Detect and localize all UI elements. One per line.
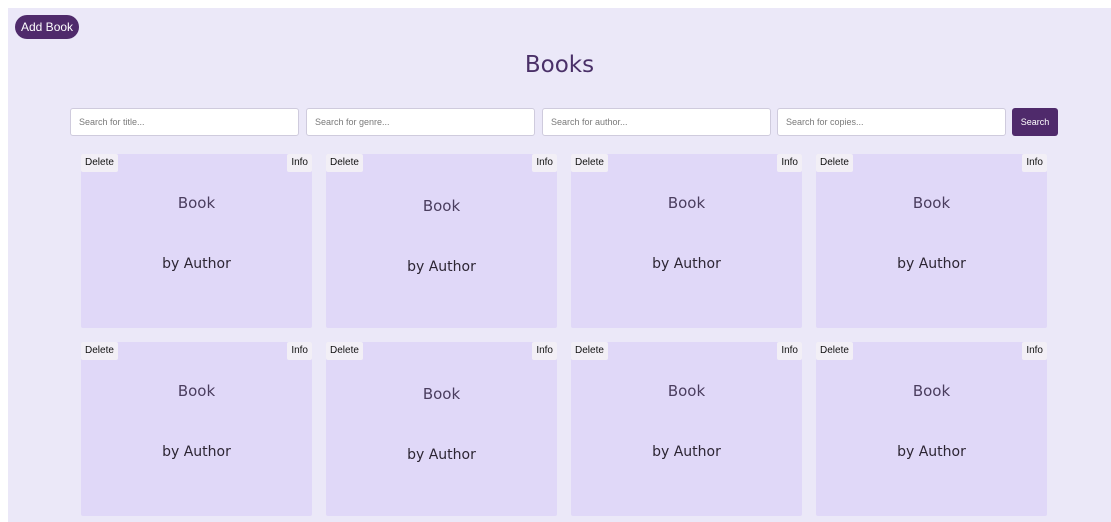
book-card: Delete Info Book by Author bbox=[816, 154, 1047, 328]
delete-button[interactable]: Delete bbox=[571, 154, 608, 172]
info-button[interactable]: Info bbox=[777, 342, 802, 360]
book-card: Delete Info Book by Author bbox=[326, 154, 557, 328]
page-title: Books bbox=[524, 52, 595, 78]
info-button[interactable]: Info bbox=[532, 154, 557, 172]
delete-button[interactable]: Delete bbox=[571, 342, 608, 360]
book-author: by Author bbox=[652, 444, 721, 460]
books-app: Add Book Books Search Delete Info Book b… bbox=[8, 8, 1111, 522]
book-title: Book bbox=[912, 382, 951, 400]
delete-button[interactable]: Delete bbox=[816, 154, 853, 172]
book-title: Book bbox=[177, 382, 216, 400]
book-author: by Author bbox=[897, 256, 966, 272]
info-button[interactable]: Info bbox=[287, 154, 312, 172]
book-card: Delete Info Book by Author bbox=[81, 342, 312, 516]
add-book-button[interactable]: Add Book bbox=[15, 15, 80, 39]
book-title: Book bbox=[912, 194, 951, 212]
search-button[interactable]: Search bbox=[1012, 108, 1058, 136]
book-author: by Author bbox=[162, 444, 231, 460]
search-copies-input[interactable] bbox=[777, 108, 1006, 136]
book-card: Delete Info Book by Author bbox=[571, 154, 802, 328]
book-title: Book bbox=[667, 194, 706, 212]
delete-button[interactable]: Delete bbox=[81, 154, 118, 172]
search-title-input[interactable] bbox=[70, 108, 299, 136]
info-button[interactable]: Info bbox=[287, 342, 312, 360]
book-title: Book bbox=[177, 194, 216, 212]
delete-button[interactable]: Delete bbox=[326, 154, 363, 172]
info-button[interactable]: Info bbox=[1022, 154, 1047, 172]
search-genre-input[interactable] bbox=[306, 108, 535, 136]
delete-button[interactable]: Delete bbox=[81, 342, 118, 360]
book-author: by Author bbox=[652, 256, 721, 272]
info-button[interactable]: Info bbox=[532, 342, 557, 360]
info-button[interactable]: Info bbox=[1022, 342, 1047, 360]
book-card: Delete Info Book by Author bbox=[326, 342, 557, 516]
delete-button[interactable]: Delete bbox=[326, 342, 363, 360]
info-button[interactable]: Info bbox=[777, 154, 802, 172]
book-card: Delete Info Book by Author bbox=[81, 154, 312, 328]
book-card: Delete Info Book by Author bbox=[816, 342, 1047, 516]
delete-button[interactable]: Delete bbox=[816, 342, 853, 360]
book-author: by Author bbox=[407, 259, 476, 275]
book-title: Book bbox=[422, 385, 461, 403]
book-author: by Author bbox=[162, 256, 231, 272]
book-title: Book bbox=[667, 382, 706, 400]
book-title: Book bbox=[422, 197, 461, 215]
search-author-input[interactable] bbox=[542, 108, 771, 136]
book-author: by Author bbox=[407, 447, 476, 463]
book-card: Delete Info Book by Author bbox=[571, 342, 802, 516]
book-author: by Author bbox=[897, 444, 966, 460]
